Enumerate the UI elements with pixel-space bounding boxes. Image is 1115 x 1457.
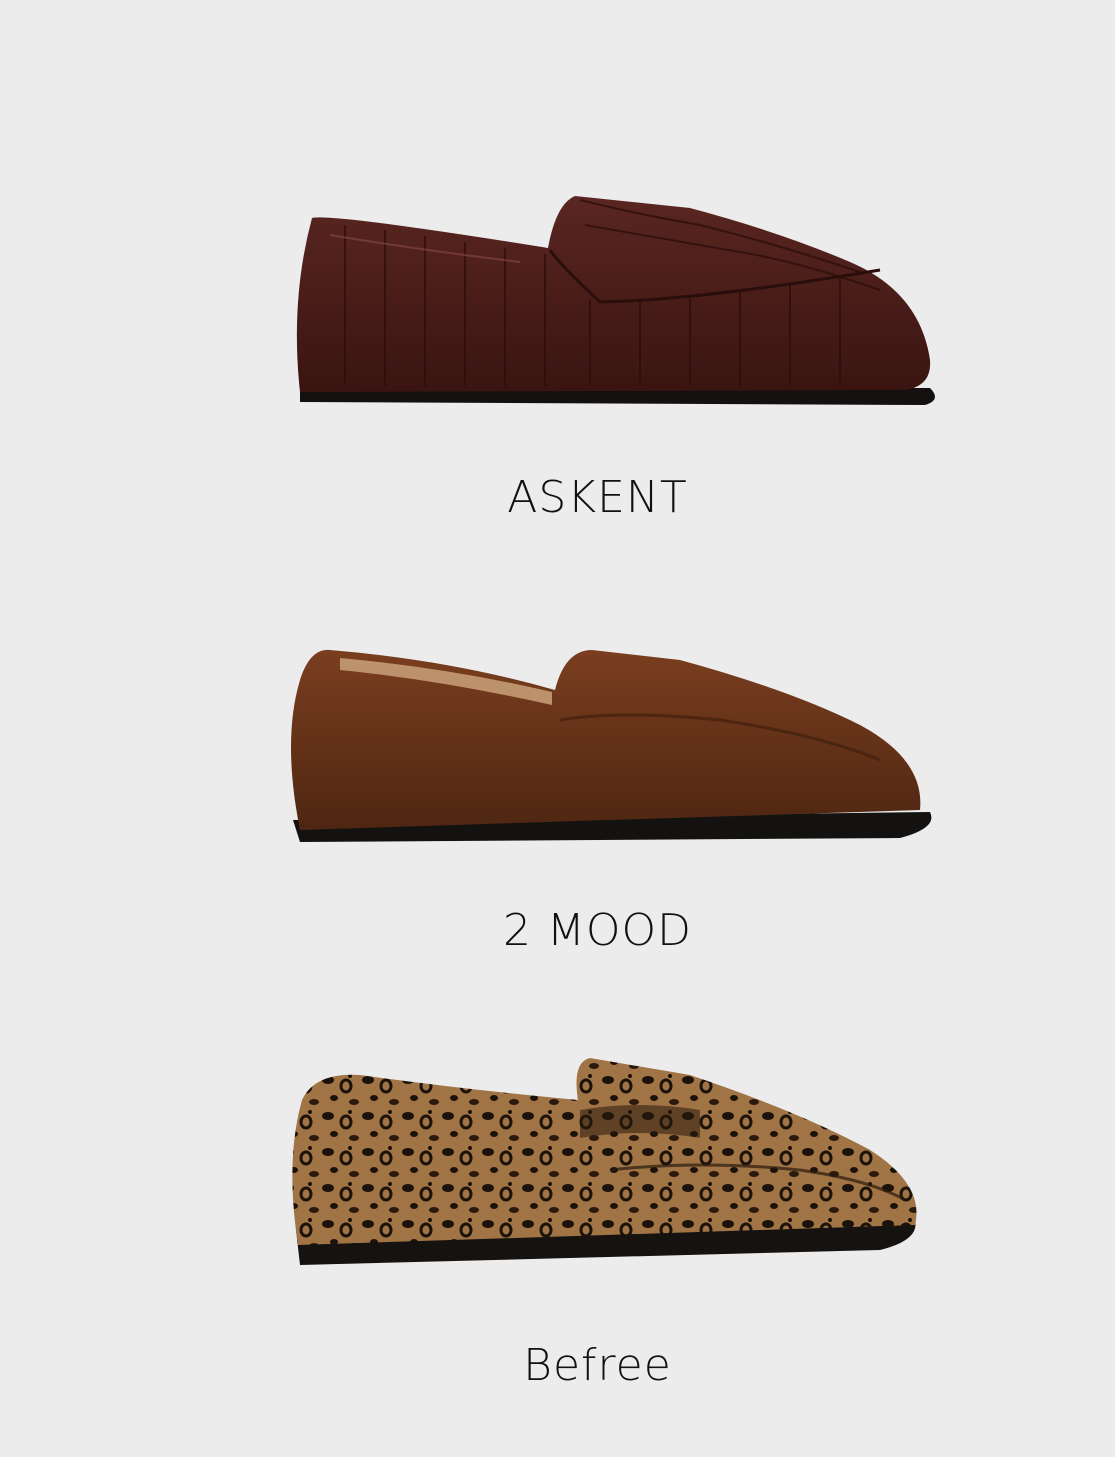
product-card-askent[interactable]: ASKENT <box>0 0 1115 560</box>
brand-label: 2 MOOD <box>502 905 693 956</box>
product-collage: ASKENT 2 MOOD Befree <box>0 0 1115 1457</box>
brown-suede-loafer-image <box>291 649 932 842</box>
brand-label: ASKENT <box>507 472 688 523</box>
burgundy-croc-loafer-image <box>296 196 935 405</box>
product-card-befree[interactable]: Befree <box>0 1000 1115 1457</box>
brand-label: Befree <box>523 1340 672 1391</box>
leopard-penny-loafer-image <box>292 1058 917 1265</box>
product-card-2-mood[interactable]: 2 MOOD <box>0 560 1115 1000</box>
